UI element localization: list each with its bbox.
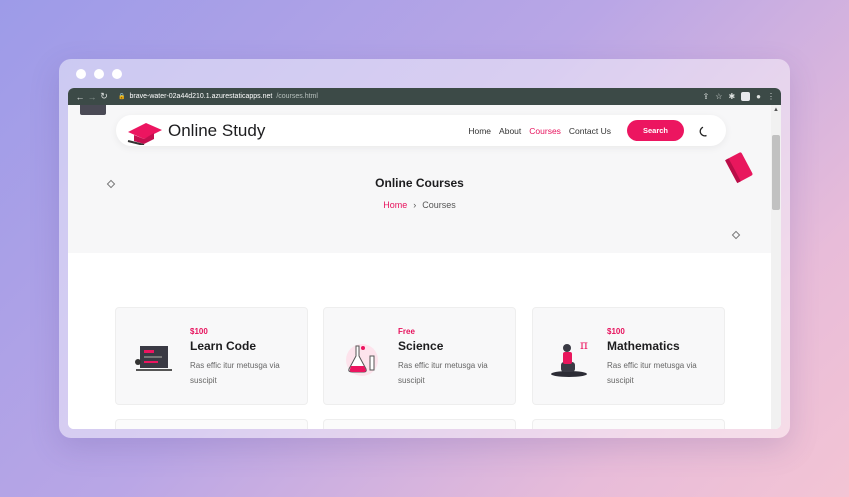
back-arrow-icon[interactable]: ←	[74, 92, 86, 102]
share-icon[interactable]: ⇪	[703, 92, 710, 101]
course-price: Free	[398, 327, 415, 336]
nav-about[interactable]: About	[499, 126, 521, 136]
site-header: Online Study Home About Courses Contact …	[116, 115, 726, 146]
bookmark-star-icon[interactable]: ☆	[715, 92, 722, 101]
main-nav: Home About Courses Contact Us Search	[468, 120, 684, 141]
breadcrumb-separator: ›	[413, 200, 417, 210]
book-decoration	[723, 150, 757, 189]
breadcrumb-home[interactable]: Home	[383, 200, 407, 210]
page-viewport: Online Study Home About Courses Contact …	[68, 105, 771, 429]
course-title[interactable]: Learn Code	[190, 339, 256, 353]
scroll-thumb[interactable]	[772, 135, 780, 210]
science-flask-icon	[338, 336, 386, 380]
hero-section: Online Study Home About Courses Contact …	[68, 105, 771, 253]
page-title: Online Courses	[375, 176, 464, 190]
address-bar[interactable]: 🔒 brave-water-02a44d210.1.azurestaticapp…	[118, 93, 318, 100]
sidebar-icon[interactable]	[741, 92, 751, 101]
window-dot-2	[94, 69, 104, 79]
svg-text:π: π	[580, 338, 588, 352]
graduation-cap-icon[interactable]	[126, 119, 162, 146]
nav-home[interactable]: Home	[468, 126, 491, 136]
browser-toolbar: ← → ↻ 🔒 brave-water-02a44d210.1.azuresta…	[68, 88, 781, 105]
course-description: Ras effic itur metusga via suscipit	[398, 361, 488, 385]
search-button[interactable]: Search	[626, 120, 684, 141]
course-description: Ras effic itur metusga via suscipit	[607, 361, 697, 385]
course-card[interactable]: $100 Learn Code Ras effic itur metusga v…	[115, 307, 308, 405]
forward-arrow-icon[interactable]: →	[86, 92, 98, 102]
reload-icon[interactable]: ↻	[98, 91, 110, 102]
nav-contact[interactable]: Contact Us	[569, 126, 611, 136]
url-path: /courses.html	[276, 93, 318, 100]
mockup-window: ← → ↻ 🔒 brave-water-02a44d210.1.azuresta…	[59, 59, 790, 438]
decorative-diamond	[731, 230, 741, 240]
nav-courses[interactable]: Courses	[529, 126, 561, 136]
breadcrumb: Home › Courses	[68, 200, 771, 210]
breadcrumb-current: Courses	[422, 200, 456, 210]
window-dot-1	[76, 69, 86, 79]
code-board-icon	[130, 336, 178, 380]
moon-icon[interactable]	[698, 125, 710, 137]
url-host: brave-water-02a44d210.1.azurestaticapps.…	[129, 93, 273, 100]
course-card-partial[interactable]	[532, 419, 725, 429]
profile-icon[interactable]: ●	[756, 92, 761, 101]
course-price: $100	[607, 327, 625, 336]
brand-name[interactable]: Online Study	[168, 121, 265, 141]
math-pi-icon: π	[547, 336, 595, 380]
scrollbar[interactable]: ▲	[771, 105, 781, 429]
lock-icon: 🔒	[118, 94, 126, 100]
course-description: Ras effic itur metusga via suscipit	[190, 361, 280, 385]
course-price: $100	[190, 327, 208, 336]
course-card-partial[interactable]	[323, 419, 516, 429]
course-card[interactable]: Free Science Ras effic itur metusga via …	[323, 307, 516, 405]
window-dots	[76, 69, 122, 79]
decorative-block	[80, 105, 106, 115]
scroll-up-arrow-icon[interactable]: ▲	[773, 107, 779, 113]
course-title[interactable]: Science	[398, 339, 443, 353]
browser-frame: ← → ↻ 🔒 brave-water-02a44d210.1.azuresta…	[68, 88, 781, 429]
menu-kebab-icon[interactable]: ⋮	[767, 92, 775, 101]
course-card-partial[interactable]	[115, 419, 308, 429]
course-card[interactable]: π $100 Mathematics Ras effic itur metusg…	[532, 307, 725, 405]
course-title[interactable]: Mathematics	[607, 339, 680, 353]
window-dot-3	[112, 69, 122, 79]
extensions-puzzle-icon[interactable]: ✱	[728, 92, 735, 101]
